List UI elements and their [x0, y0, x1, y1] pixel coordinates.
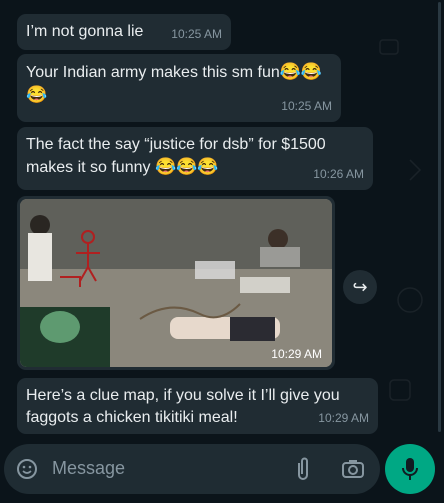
- emoji-button[interactable]: [14, 456, 40, 482]
- mic-button[interactable]: [385, 444, 435, 494]
- forward-button[interactable]: ↪: [343, 270, 377, 304]
- message-time: 10:29 AM: [318, 411, 369, 425]
- laughing-emoji: 😂😂: [279, 62, 323, 81]
- message-input[interactable]: Message: [52, 458, 125, 479]
- message-composer[interactable]: Message: [4, 444, 380, 494]
- photo-content: [20, 199, 332, 367]
- message-text: makes it so funny: [26, 159, 151, 176]
- message-time: 10:25 AM: [171, 27, 222, 41]
- camera-button[interactable]: [340, 456, 366, 482]
- message-photo[interactable]: 10:29 AM: [20, 199, 332, 367]
- microphone-icon: [402, 458, 418, 480]
- scrollbar[interactable]: [438, 2, 441, 432]
- message-text: The fact the say “justice for dsb” for $…: [26, 136, 326, 153]
- message-time: 10:29 AM: [271, 347, 322, 361]
- emoji-sticker-icon: [17, 459, 37, 479]
- attach-button[interactable]: [290, 456, 316, 482]
- message-bubble[interactable]: Here’s a clue map, if you solve it I’ll …: [17, 378, 378, 434]
- message-bubble[interactable]: I’m not gonna lie 10:25 AM: [17, 14, 231, 50]
- message-text: I’m not gonna lie: [26, 23, 144, 40]
- message-time: 10:26 AM: [313, 167, 364, 181]
- message-bubble[interactable]: The fact the say “justice for dsb” for $…: [17, 127, 373, 190]
- message-text: Here’s a clue map, if you solve it I’ll …: [26, 387, 340, 404]
- message-time: 10:25 AM: [281, 99, 332, 113]
- camera-icon: [342, 460, 364, 478]
- message-bubble[interactable]: Your Indian army makes this sm fun😂😂 😂 1…: [17, 54, 341, 122]
- image-message[interactable]: 10:29 AM: [17, 196, 335, 370]
- laughing-emoji: 😂😂😂: [154, 157, 219, 176]
- forward-icon: ↪: [352, 276, 368, 297]
- paperclip-icon: [298, 457, 308, 480]
- message-text: Your Indian army makes this sm fun: [26, 64, 280, 81]
